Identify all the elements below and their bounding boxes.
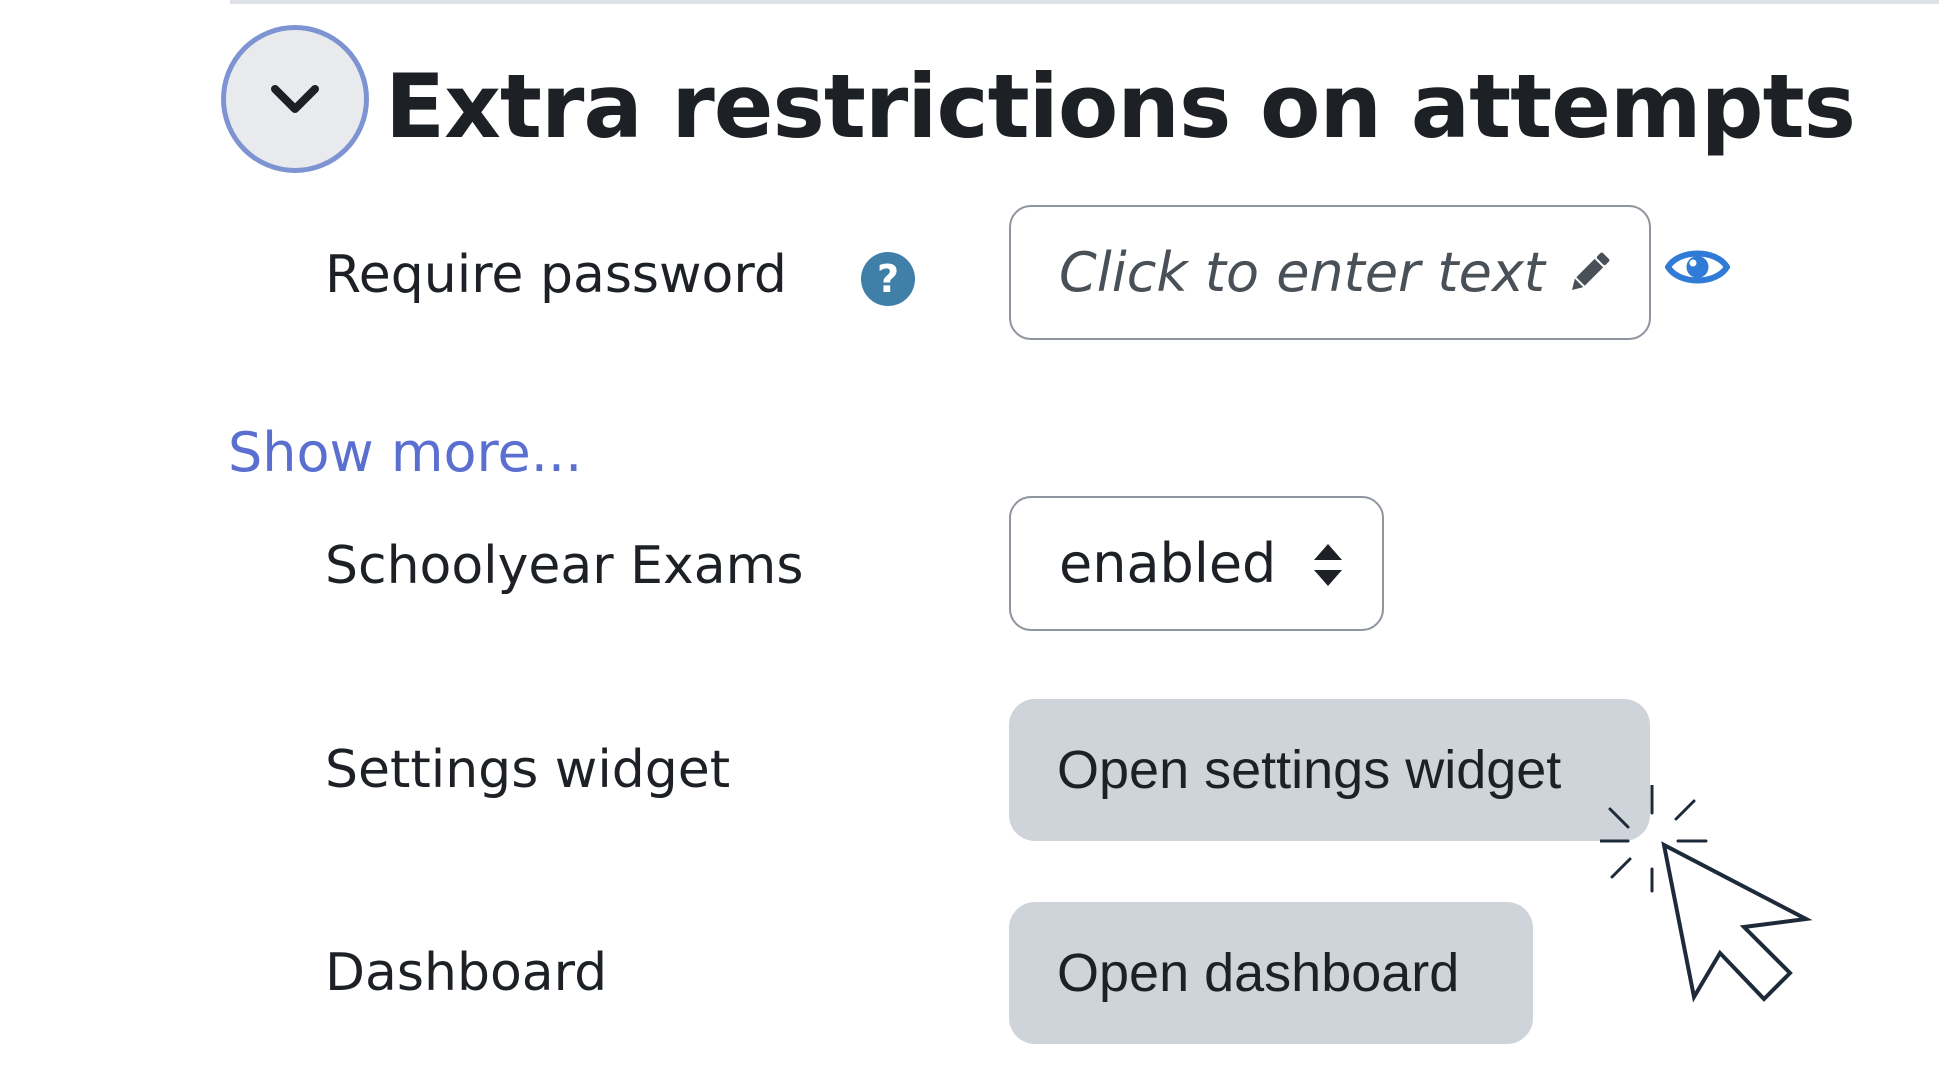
open-settings-widget-button[interactable]: Open settings widget xyxy=(1009,699,1650,841)
chevron-down-icon xyxy=(271,85,319,113)
sort-arrows-icon xyxy=(1314,544,1342,586)
eye-icon[interactable] xyxy=(1665,243,1730,291)
schoolyear-exams-select[interactable]: enabled xyxy=(1009,496,1384,631)
dashboard-label: Dashboard xyxy=(325,943,608,1003)
section-title: Extra restrictions on attempts xyxy=(385,55,1856,158)
require-password-label: Require password xyxy=(325,245,787,305)
section-collapse-toggle[interactable] xyxy=(221,25,369,173)
open-dashboard-button[interactable]: Open dashboard xyxy=(1009,902,1533,1044)
show-more-link[interactable]: Show more... xyxy=(228,418,582,488)
section-divider xyxy=(230,0,1939,4)
select-value: enabled xyxy=(1059,532,1277,595)
mouse-pointer-icon xyxy=(1600,785,1813,1003)
pencil-icon xyxy=(1571,252,1610,290)
settings-widget-label: Settings widget xyxy=(325,740,731,800)
help-glyph: ? xyxy=(876,257,900,301)
password-placeholder: Click to enter text xyxy=(1059,241,1545,304)
password-input[interactable]: Click to enter text xyxy=(1009,205,1651,340)
help-icon[interactable]: ? xyxy=(861,252,915,306)
schoolyear-exams-label: Schoolyear Exams xyxy=(325,536,804,596)
